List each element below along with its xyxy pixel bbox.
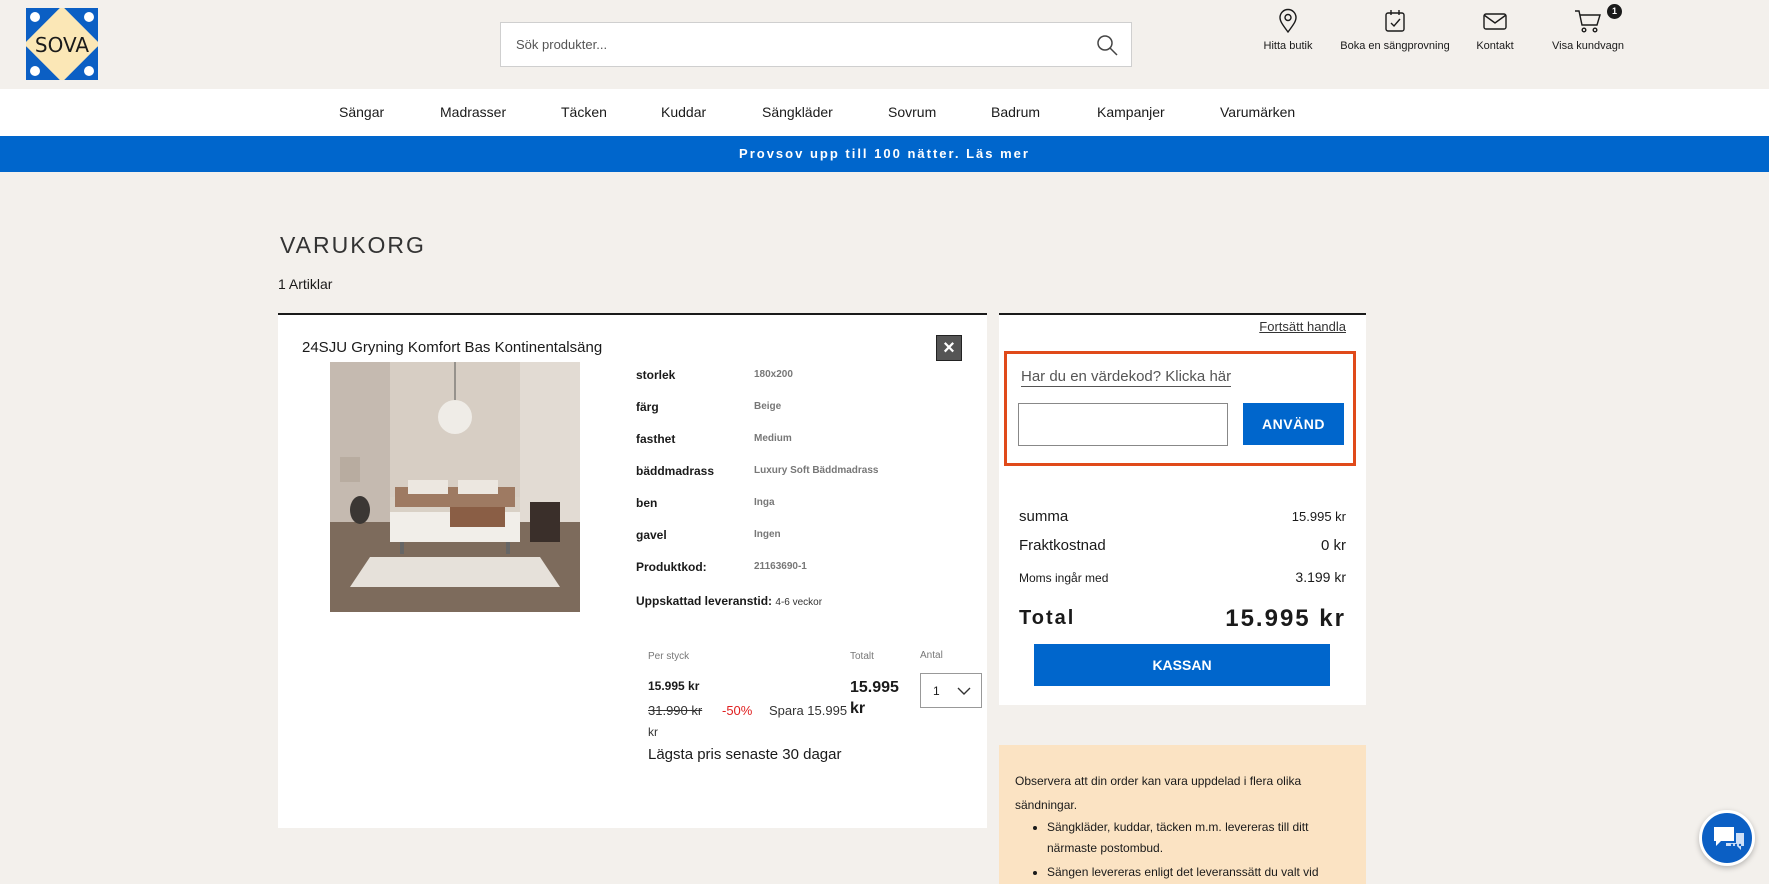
spec-value: Ingen bbox=[754, 529, 781, 540]
search-icon[interactable] bbox=[1095, 33, 1119, 57]
order-summary: Fortsätt handla Har du en värdekod? Klic… bbox=[999, 313, 1366, 705]
delivery-time: Uppskattad leveranstid: 4-6 veckor bbox=[636, 594, 822, 608]
nav-kampanjer[interactable]: Kampanjer bbox=[1097, 104, 1165, 120]
notice-item: Sängen levereras enligt det leveranssätt… bbox=[1047, 862, 1350, 883]
remove-item-button[interactable]: × bbox=[936, 335, 962, 361]
product-image[interactable] bbox=[330, 362, 580, 612]
contact-link[interactable]: Kontakt bbox=[1470, 8, 1520, 52]
spec-label: gavel bbox=[636, 528, 667, 542]
spec-label: bäddmadrass bbox=[636, 464, 715, 478]
lowest-price-note: Lägsta pris senaste 30 dagar bbox=[648, 746, 842, 763]
spec-value: 21163690-1 bbox=[754, 561, 807, 572]
vat-label: Moms ingår med bbox=[1019, 571, 1109, 585]
freight-row: Fraktkostnad 0 kr bbox=[1019, 537, 1346, 554]
unit-price: 15.995 kr bbox=[648, 679, 700, 693]
savings: Spara 15.995 bbox=[769, 703, 848, 718]
quantity-value: 1 bbox=[933, 684, 940, 698]
spec-value: Beige bbox=[754, 401, 782, 412]
nav-madrasser[interactable]: Madrasser bbox=[440, 104, 506, 120]
logo-text: SOVA bbox=[34, 33, 90, 57]
checkout-button[interactable]: KASSAN bbox=[1034, 644, 1330, 686]
mail-icon bbox=[1483, 13, 1507, 30]
delivery-label: Uppskattad leveranstid: bbox=[636, 594, 773, 608]
shipping-notice: Observera att din order kan vara uppdela… bbox=[999, 745, 1366, 884]
spec-value: Luxury Soft Bäddmadrass bbox=[754, 465, 879, 476]
voucher-link[interactable]: Har du en värdekod? Klicka här bbox=[1021, 368, 1232, 387]
cart-count-badge: 1 bbox=[1607, 4, 1622, 19]
line-total: 15.995 kr bbox=[850, 679, 899, 717]
main-nav: Sängar Madrasser Täcken Kuddar Sängkläde… bbox=[0, 89, 1769, 136]
item-count: 1 Artiklar bbox=[278, 276, 333, 292]
spec-label: storlek bbox=[636, 368, 676, 382]
total-label: Total bbox=[1019, 607, 1076, 629]
savings-currency: kr bbox=[648, 725, 658, 739]
sum-label: summa bbox=[1019, 508, 1069, 525]
site-header: SOVA Hitta butik Boka en sängprovning Ko… bbox=[0, 0, 1769, 89]
sova-logo[interactable]: SOVA bbox=[26, 8, 98, 80]
nav-varumarken[interactable]: Varumärken bbox=[1220, 104, 1295, 120]
chat-bubble-icon bbox=[1714, 827, 1744, 850]
sum-row: summa 15.995 kr bbox=[1019, 508, 1346, 525]
notice-item: Sängkläder, kuddar, täcken m.m. leverera… bbox=[1047, 817, 1350, 859]
delivery-value: 4-6 veckor bbox=[775, 597, 823, 608]
notice-intro: Observera att din order kan vara uppdela… bbox=[1015, 774, 1302, 812]
book-test-label: Boka en sängprovning bbox=[1340, 40, 1450, 52]
calendar-check-icon bbox=[1385, 10, 1405, 32]
nav-sanglader[interactable]: Sängkläder bbox=[762, 104, 833, 120]
nav-sangar[interactable]: Sängar bbox=[339, 104, 384, 120]
view-cart-link[interactable]: 1 Visa kundvagn bbox=[1550, 4, 1626, 52]
search-input[interactable] bbox=[516, 23, 1076, 66]
cart-icon bbox=[1575, 10, 1601, 33]
freight-value: 0 kr bbox=[1320, 537, 1346, 554]
total-header: Totalt bbox=[850, 651, 874, 662]
spec-label: fasthet bbox=[636, 432, 676, 446]
voucher-box: Har du en värdekod? Klicka här ANVÄND bbox=[1004, 351, 1356, 466]
nav-sovrum[interactable]: Sovrum bbox=[888, 104, 936, 120]
vat-value: 3.199 kr bbox=[1295, 569, 1346, 585]
per-unit-header: Per styck bbox=[648, 651, 690, 662]
voucher-input[interactable] bbox=[1018, 403, 1228, 446]
product-title[interactable]: 24SJU Gryning Komfort Bas Kontinentalsän… bbox=[302, 339, 602, 356]
book-test-link[interactable]: Boka en sängprovning bbox=[1340, 8, 1450, 52]
nav-badrum[interactable]: Badrum bbox=[991, 104, 1040, 120]
qty-header: Antal bbox=[920, 650, 943, 661]
find-store-link[interactable]: Hitta butik bbox=[1258, 8, 1318, 52]
original-price: 31.990 kr bbox=[648, 703, 703, 718]
spec-value: Medium bbox=[754, 433, 792, 444]
quantity-select[interactable]: 1 bbox=[920, 673, 982, 708]
spec-value: 180x200 bbox=[754, 369, 793, 380]
vat-row: Moms ingår med 3.199 kr bbox=[1019, 569, 1346, 586]
close-icon: × bbox=[943, 337, 955, 359]
page-title: VARUKORG bbox=[280, 232, 426, 258]
chevron-down-icon bbox=[957, 687, 971, 695]
cart-item-panel: 24SJU Gryning Komfort Bas Kontinentalsän… bbox=[278, 313, 987, 828]
spec-label: färg bbox=[636, 400, 659, 414]
discount-percent: -50% bbox=[722, 703, 753, 718]
promo-banner[interactable]: Provsov upp till 100 nätter. Läs mer bbox=[0, 136, 1769, 172]
spec-label: ben bbox=[636, 496, 658, 510]
find-store-label: Hitta butik bbox=[1263, 40, 1313, 52]
spec-value: Inga bbox=[754, 497, 775, 508]
location-pin-icon bbox=[1279, 8, 1297, 34]
nav-kuddar[interactable]: Kuddar bbox=[661, 104, 706, 120]
grand-total-row: Total 15.995 kr bbox=[1019, 605, 1346, 632]
contact-label: Kontakt bbox=[1476, 40, 1514, 52]
nav-tacken[interactable]: Täcken bbox=[561, 104, 607, 120]
view-cart-label: Visa kundvagn bbox=[1552, 40, 1624, 52]
spec-label: Produktkod: bbox=[636, 560, 707, 574]
chat-button[interactable] bbox=[1699, 810, 1755, 866]
continue-shopping-link[interactable]: Fortsätt handla bbox=[1259, 319, 1346, 334]
apply-voucher-button[interactable]: ANVÄND bbox=[1243, 403, 1344, 445]
freight-label: Fraktkostnad bbox=[1019, 537, 1106, 554]
search-box bbox=[500, 22, 1132, 67]
sum-value: 15.995 kr bbox=[1291, 509, 1346, 524]
total-value: 15.995 kr bbox=[1225, 605, 1346, 632]
